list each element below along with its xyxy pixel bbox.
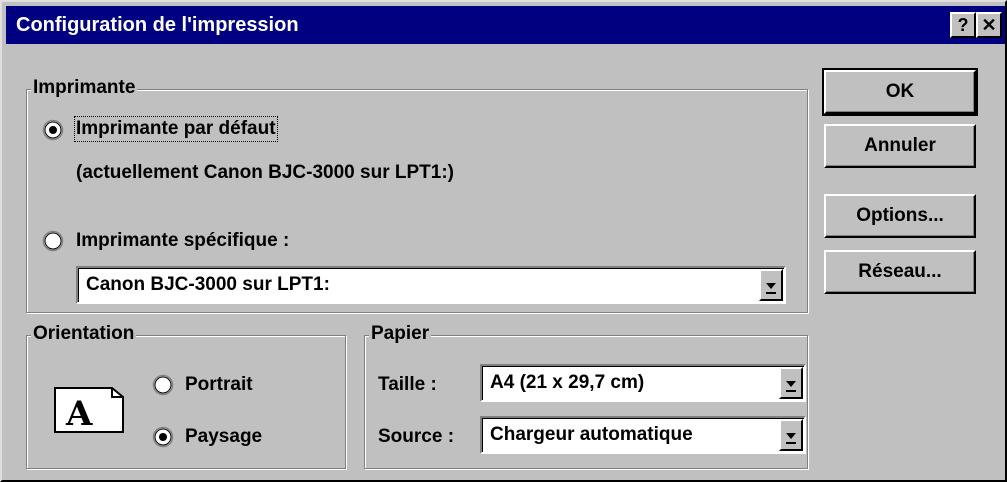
size-label: Taille : bbox=[378, 374, 437, 395]
network-button[interactable]: Réseau... bbox=[824, 250, 976, 294]
close-button[interactable]: ✕ bbox=[976, 12, 1002, 38]
portrait-label[interactable]: Portrait bbox=[185, 374, 253, 396]
page-icon-letter: A bbox=[65, 394, 93, 433]
printer-select-value: Canon BJC-3000 sur LPT1: bbox=[86, 274, 330, 295]
source-label: Source : bbox=[378, 426, 455, 447]
paper-size-value: A4 (21 x 29,7 cm) bbox=[490, 372, 645, 393]
paper-source-select[interactable]: Chargeur automatique bbox=[480, 416, 806, 454]
radio-specific-printer[interactable] bbox=[42, 230, 64, 252]
printer-select-dropdown-button[interactable] bbox=[759, 269, 783, 301]
specific-printer-label[interactable]: Imprimante spécifique : bbox=[76, 230, 289, 252]
help-icon: ? bbox=[957, 15, 969, 35]
paper-group-label: Papier bbox=[369, 323, 432, 345]
paper-source-dropdown-button[interactable] bbox=[779, 419, 803, 451]
help-button[interactable]: ? bbox=[950, 12, 976, 38]
radio-default-printer[interactable] bbox=[42, 119, 64, 141]
landscape-page-icon: A bbox=[54, 387, 124, 433]
paper-source-value: Chargeur automatique bbox=[490, 424, 693, 445]
chevron-down-icon bbox=[786, 381, 796, 392]
current-printer-text: (actuellement Canon BJC-3000 sur LPT1:) bbox=[76, 162, 454, 183]
paper-size-select[interactable]: A4 (21 x 29,7 cm) bbox=[480, 364, 806, 402]
default-printer-label[interactable]: Imprimante par défaut bbox=[74, 116, 278, 142]
print-setup-dialog: Configuration de l'impression ? ✕ Imprim… bbox=[0, 0, 1007, 482]
radio-portrait[interactable] bbox=[152, 374, 174, 396]
title-bar[interactable]: Configuration de l'impression ? ✕ bbox=[6, 6, 1005, 44]
cancel-button[interactable]: Annuler bbox=[824, 124, 976, 168]
landscape-label[interactable]: Paysage bbox=[185, 426, 262, 448]
orientation-group-label: Orientation bbox=[31, 323, 137, 345]
radio-landscape[interactable] bbox=[152, 426, 174, 448]
chevron-down-icon bbox=[766, 283, 776, 294]
printer-select[interactable]: Canon BJC-3000 sur LPT1: bbox=[76, 266, 786, 304]
ok-button[interactable]: OK bbox=[822, 68, 978, 116]
printer-group-label: Imprimante bbox=[31, 77, 138, 99]
options-button[interactable]: Options... bbox=[824, 194, 976, 238]
paper-size-dropdown-button[interactable] bbox=[779, 367, 803, 399]
window-title: Configuration de l'impression bbox=[16, 14, 299, 36]
close-icon: ✕ bbox=[981, 15, 997, 35]
chevron-down-icon bbox=[786, 433, 796, 444]
